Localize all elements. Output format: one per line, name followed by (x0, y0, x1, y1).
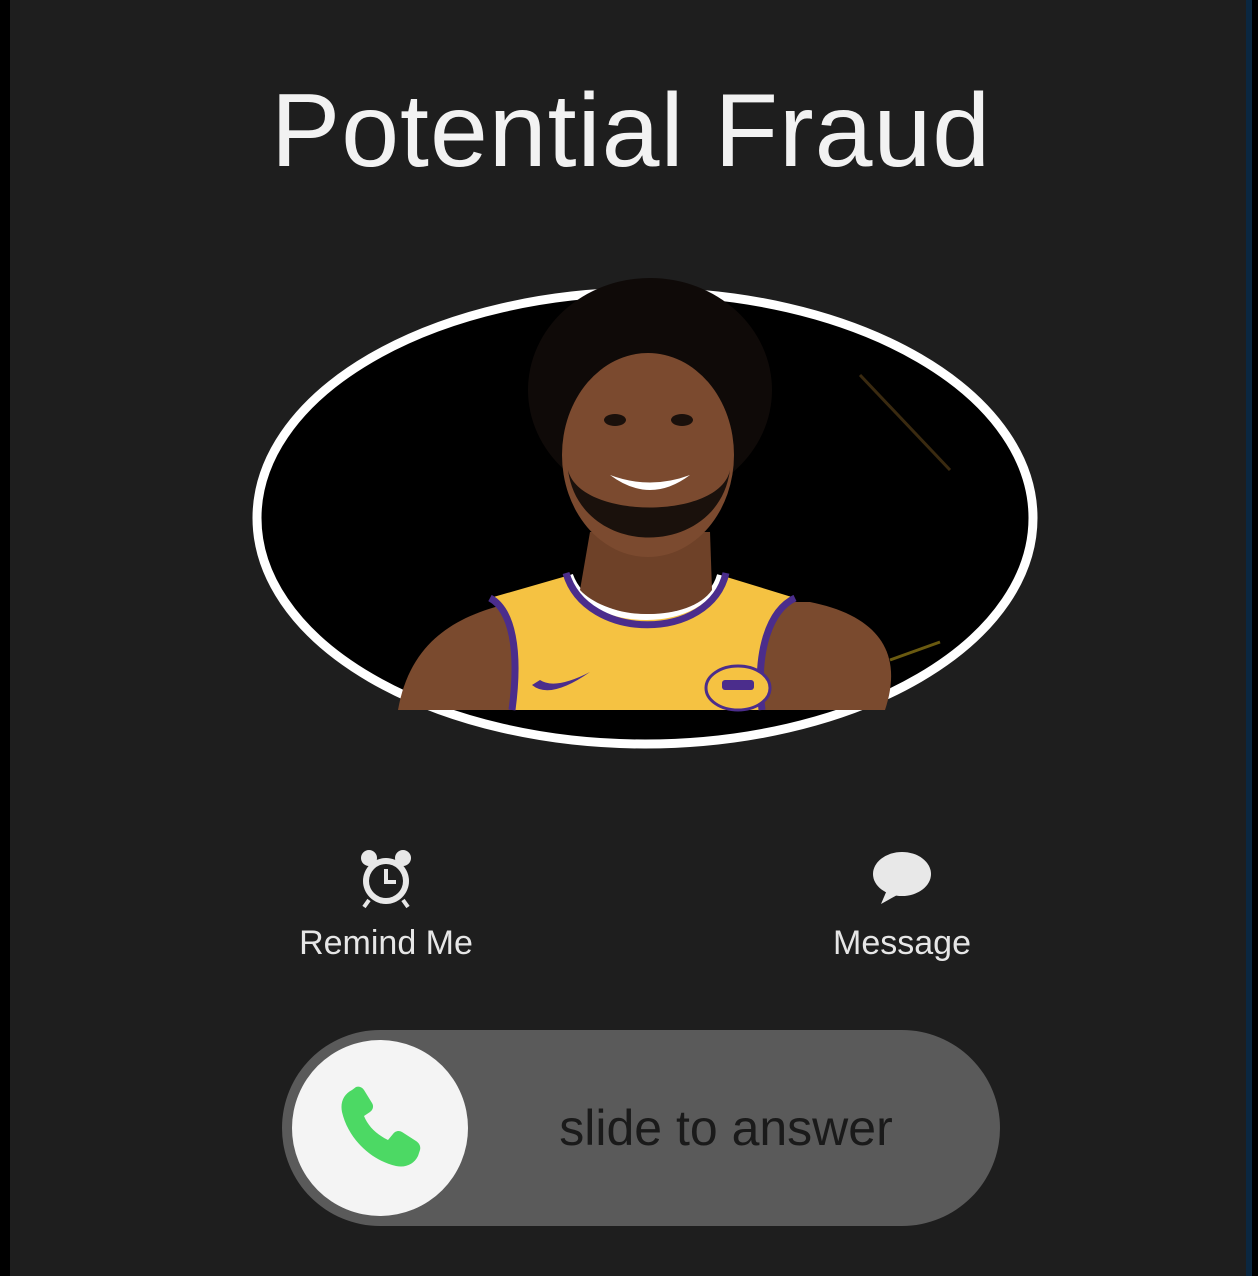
remind-me-button[interactable]: Remind Me (266, 848, 506, 963)
caller-name: Potential Fraud (270, 73, 992, 189)
message-button[interactable]: Message (782, 848, 1022, 963)
phone-icon (341, 1086, 421, 1167)
alarm-clock-icon (361, 850, 411, 909)
slide-to-answer-label: slide to answer (559, 1100, 893, 1156)
answer-knob[interactable] (292, 1040, 468, 1216)
incoming-call-screen: Potential Fraud Remind Me Message slide … (10, 0, 1252, 1276)
slide-to-answer-slider[interactable]: slide to answer (282, 1030, 1000, 1226)
screen-edge (1246, 0, 1252, 1276)
caller-photo (252, 278, 1038, 749)
message-label: Message (833, 924, 971, 962)
speech-bubble-icon (873, 852, 931, 904)
remind-me-label: Remind Me (299, 924, 473, 962)
